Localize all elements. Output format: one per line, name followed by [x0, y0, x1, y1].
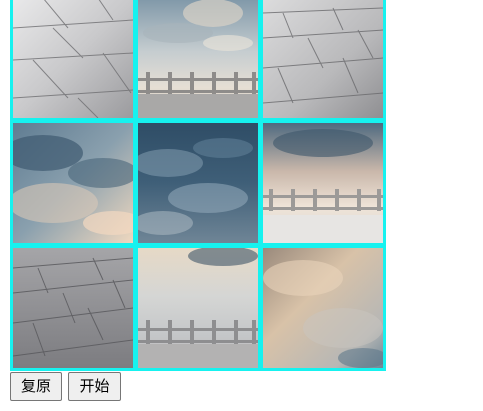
puzzle-board [10, 0, 386, 371]
sky-railing-image [138, 248, 258, 368]
dark-cloudy-sky-image [138, 123, 258, 243]
puzzle-tile[interactable] [138, 0, 258, 118]
puzzle-game: 复原 开始 [0, 0, 483, 411]
puzzle-tile[interactable] [13, 0, 133, 118]
puzzle-tile[interactable] [138, 123, 258, 243]
reset-button[interactable]: 复原 [10, 372, 62, 401]
start-button[interactable]: 开始 [68, 372, 121, 401]
puzzle-tile[interactable] [263, 0, 383, 118]
puzzle-tile[interactable] [13, 123, 133, 243]
hazy-sky-image [263, 248, 383, 368]
sky-railing-image [138, 0, 258, 118]
stone-pavement-image [13, 0, 133, 118]
cloudy-sky-image [13, 123, 133, 243]
puzzle-tile[interactable] [263, 248, 383, 368]
puzzle-tile[interactable] [263, 123, 383, 243]
sky-railing-image [263, 123, 383, 243]
stone-pavement-image [13, 248, 133, 368]
puzzle-tile[interactable] [13, 248, 133, 368]
puzzle-tile[interactable] [138, 248, 258, 368]
stone-pavement-image [263, 0, 383, 118]
